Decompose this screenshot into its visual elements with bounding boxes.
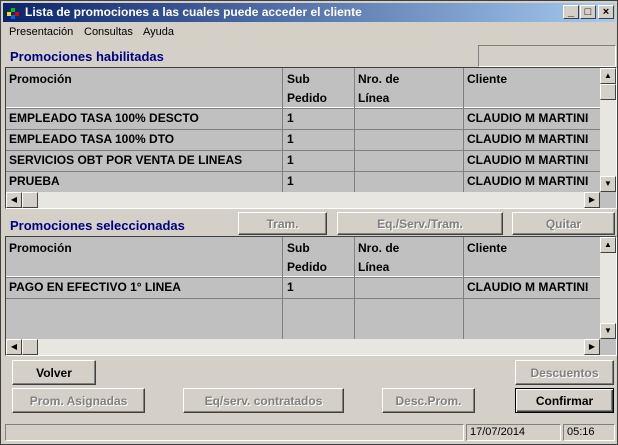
scroll-left-icon[interactable]: ◀: [6, 192, 22, 208]
confirmar-button-label: Confirmar: [535, 393, 594, 408]
cell-cliente: CLAUDIO M MARTINI: [467, 153, 589, 167]
prom-asignadas-button[interactable]: Prom. Asignadas: [12, 388, 145, 413]
close-button[interactable]: ×: [598, 5, 614, 19]
scroll-down-icon[interactable]: ▼: [600, 176, 616, 192]
col-header-sub-pedido: Sub Pedido: [287, 72, 328, 105]
tram-button-label: Tram.: [266, 216, 299, 231]
scroll-up-icon[interactable]: ▲: [600, 237, 616, 253]
desc-prom-button-label: Desc.Prom.: [395, 393, 462, 408]
cell-sub-pedido: 1: [287, 153, 294, 167]
seleccionadas-section-label: Promociones seleccionadas: [10, 218, 185, 233]
promotions-window: Lista de promociones a las cuales puede …: [0, 0, 618, 445]
scroll-down-icon[interactable]: ▼: [600, 323, 616, 339]
cell-sub-pedido: 1: [287, 174, 294, 188]
scroll-left-icon[interactable]: ◀: [6, 339, 22, 355]
maximize-button[interactable]: □: [580, 5, 596, 19]
eq-serv-tram-button-label: Eq./Serv./Tram.: [377, 216, 463, 231]
habilitadas-horizontal-scrollbar[interactable]: ◀ ▶: [6, 192, 600, 208]
menu-consultas[interactable]: Consultas: [84, 26, 133, 38]
menu-presentacion[interactable]: Presentación: [9, 26, 73, 38]
scroll-right-icon[interactable]: ▶: [584, 192, 600, 208]
tram-button[interactable]: Tram.: [238, 212, 327, 235]
cell-promocion: PRUEBA: [9, 174, 60, 188]
cell-promocion: PAGO EN EFECTIVO 1° LINEA: [9, 280, 181, 294]
cell-promocion: SERVICIOS OBT POR VENTA DE LINEAS: [9, 153, 243, 167]
col-header-nro-linea: Nro. de Línea: [358, 241, 400, 274]
seleccionadas-grid[interactable]: Promoción Sub Pedido Nro. de Línea Clien…: [5, 236, 617, 356]
status-message: [5, 424, 464, 441]
col-header-nro-linea: Nro. de Línea: [358, 72, 400, 105]
cell-nro-linea: [355, 129, 463, 149]
col-header-cliente: Cliente: [467, 241, 508, 255]
cell-cliente: CLAUDIO M MARTINI: [467, 132, 589, 146]
cell-cliente: CLAUDIO M MARTINI: [467, 111, 589, 125]
scroll-thumb[interactable]: [22, 339, 38, 355]
habilitadas-section-label: Promociones habilitadas: [10, 49, 164, 64]
habilitadas-grid[interactable]: Promoción Sub Pedido Nro. de Línea Clien…: [5, 67, 617, 209]
eq-serv-tram-button[interactable]: Eq./Serv./Tram.: [337, 212, 503, 235]
cell-cliente: CLAUDIO M MARTINI: [467, 174, 589, 188]
cell-nro-linea: [355, 277, 463, 297]
scroll-right-icon[interactable]: ▶: [584, 339, 600, 355]
descuentos-button-label: Descuentos: [530, 365, 599, 380]
cell-sub-pedido: 1: [287, 280, 294, 294]
scroll-thumb[interactable]: [600, 84, 616, 100]
quitar-button-label: Quitar: [545, 216, 582, 231]
eq-serv-contratados-button-label: Eq/serv. contratados: [204, 393, 323, 408]
cell-sub-pedido: 1: [287, 111, 294, 125]
descuentos-button[interactable]: Descuentos: [515, 360, 614, 385]
quitar-button[interactable]: Quitar: [512, 212, 615, 235]
menu-ayuda[interactable]: Ayuda: [143, 26, 174, 38]
col-header-promocion: Promoción: [9, 72, 72, 86]
habilitadas-vertical-scrollbar[interactable]: ▲ ▼: [600, 68, 616, 192]
title-bar[interactable]: Lista de promociones a las cuales puede …: [3, 3, 615, 22]
minimize-button[interactable]: _: [563, 5, 579, 19]
col-header-promocion: Promoción: [9, 241, 72, 255]
cell-promocion: EMPLEADO TASA 100% DTO: [9, 132, 175, 146]
app-icon: [7, 8, 19, 19]
cell-sub-pedido: 1: [287, 132, 294, 146]
confirmar-button[interactable]: Confirmar: [515, 388, 614, 413]
desc-prom-button[interactable]: Desc.Prom.: [382, 388, 475, 413]
eq-serv-contratados-button[interactable]: Eq/serv. contratados: [183, 388, 344, 413]
scroll-thumb[interactable]: [22, 192, 38, 208]
col-header-cliente: Cliente: [467, 72, 508, 86]
volver-button-label: Volver: [36, 365, 72, 380]
menu-bar: Presentación Consultas Ayuda: [3, 23, 615, 42]
volver-button[interactable]: Volver: [12, 360, 96, 385]
window-title: Lista de promociones a las cuales puede …: [25, 5, 362, 19]
prom-asignadas-button-label: Prom. Asignadas: [29, 393, 128, 408]
status-date: 17/07/2014: [466, 424, 561, 441]
col-header-sub-pedido: Sub Pedido: [287, 241, 328, 274]
seleccionadas-horizontal-scrollbar[interactable]: ◀ ▶: [6, 339, 600, 355]
seleccionadas-vertical-scrollbar[interactable]: ▲ ▼: [600, 237, 616, 339]
cell-nro-linea: [355, 108, 463, 128]
cell-nro-linea: [355, 150, 463, 170]
scroll-up-icon[interactable]: ▲: [600, 68, 616, 84]
cell-cliente: CLAUDIO M MARTINI: [467, 280, 589, 294]
status-time: 05:16: [563, 424, 615, 441]
cell-nro-linea: [355, 171, 463, 191]
filter-field[interactable]: [478, 45, 616, 67]
cell-promocion: EMPLEADO TASA 100% DESCTO: [9, 111, 199, 125]
